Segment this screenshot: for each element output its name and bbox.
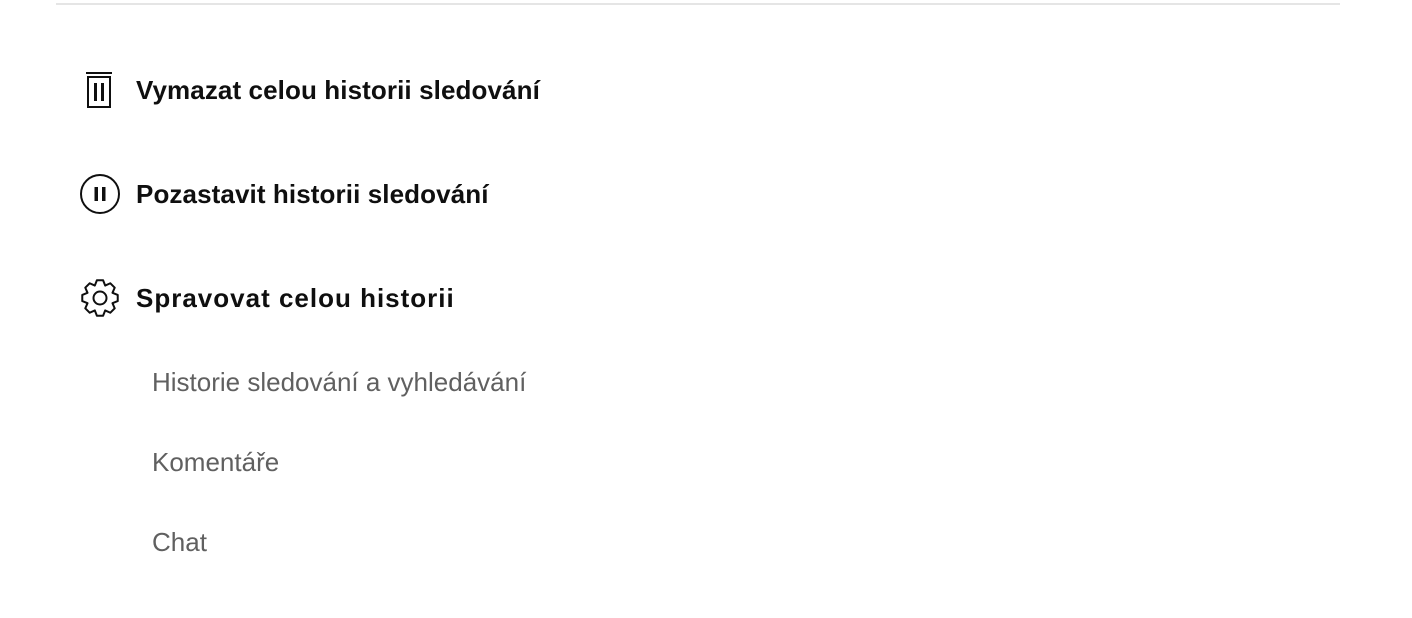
clear-watch-history-label: Vymazat celou historii sledování <box>136 74 540 105</box>
manage-all-history-label: Spravovat celou historii <box>136 282 455 313</box>
pause-circle-icon <box>80 174 120 214</box>
manage-all-history-button[interactable]: Spravovat celou historii <box>80 278 455 318</box>
trash-icon <box>80 70 120 110</box>
link-chat[interactable]: Chat <box>152 524 207 560</box>
gear-icon <box>80 278 120 318</box>
pause-watch-history-label: Pozastavit historii sledování <box>136 178 489 209</box>
link-comments[interactable]: Komentáře <box>152 444 279 480</box>
clear-watch-history-button[interactable]: Vymazat celou historii sledování <box>80 70 540 110</box>
link-watch-and-search-history[interactable]: Historie sledování a vyhledávání <box>152 364 526 400</box>
top-divider <box>56 3 1340 5</box>
pause-watch-history-button[interactable]: Pozastavit historii sledování <box>80 174 489 214</box>
